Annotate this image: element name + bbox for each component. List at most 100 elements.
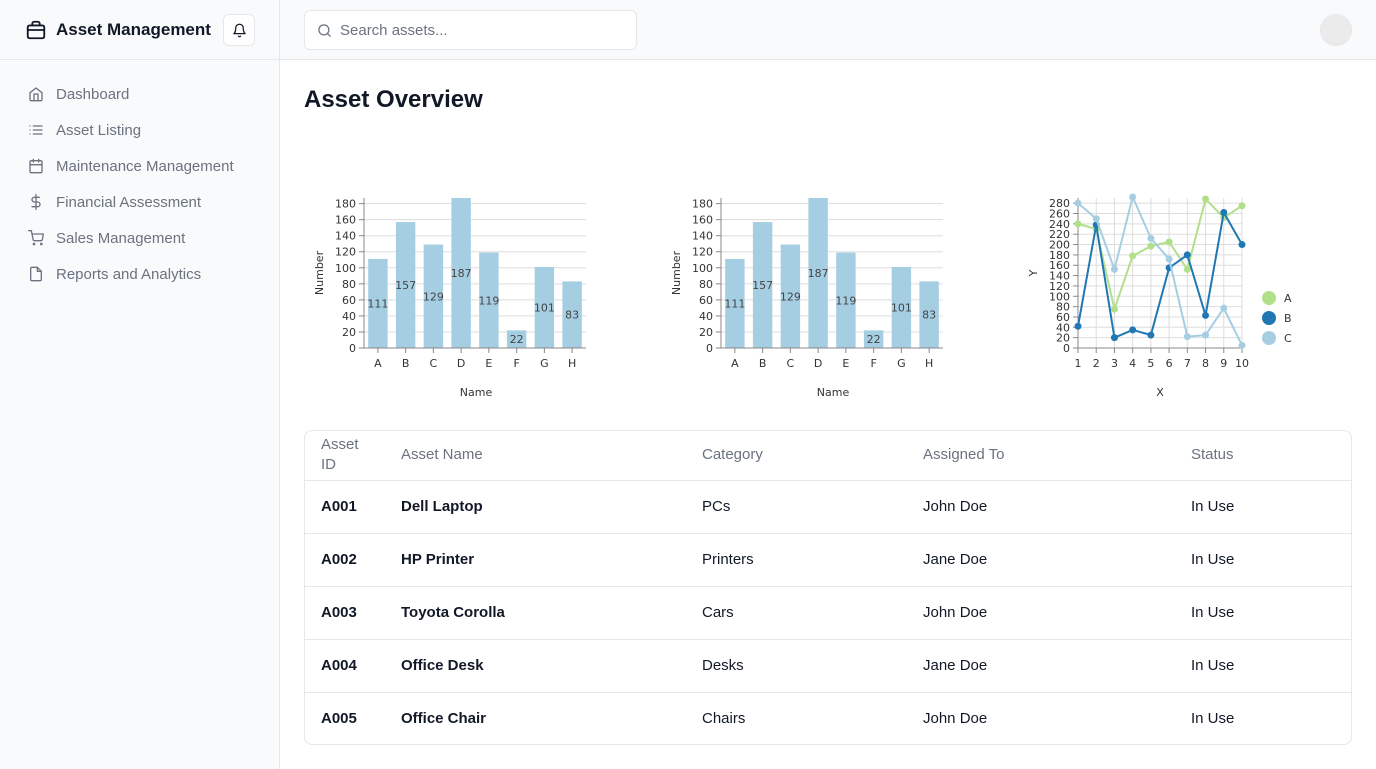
cell-category: Chairs xyxy=(702,710,746,728)
column-header-category[interactable]: Category xyxy=(686,431,907,481)
data-label: 111 xyxy=(724,297,745,310)
x-tick-label: 6 xyxy=(1166,357,1173,370)
table-row[interactable]: A002 HP Printer Printers Jane Doe In Use xyxy=(305,533,1351,587)
y-tick-label: 60 xyxy=(699,294,713,307)
data-label: 187 xyxy=(451,267,472,280)
sidebar-item-financial[interactable]: Financial Assessment xyxy=(0,184,279,220)
column-header-status[interactable]: Status xyxy=(1175,431,1351,481)
y-tick-label: 140 xyxy=(692,230,713,243)
search-input[interactable] xyxy=(340,21,620,39)
data-label: 119 xyxy=(835,294,856,307)
data-point xyxy=(1183,333,1191,341)
y-tick-label: 20 xyxy=(342,326,356,339)
data-point xyxy=(1092,215,1100,223)
legend-marker xyxy=(1262,331,1276,345)
sidebar-item-label: Sales Management xyxy=(56,229,186,247)
y-tick-label: 100 xyxy=(335,262,356,275)
cart-icon xyxy=(28,230,44,246)
data-point xyxy=(1074,322,1082,330)
data-label: 157 xyxy=(395,279,416,292)
cell-status: In Use xyxy=(1191,710,1235,728)
x-tick-label: B xyxy=(759,357,767,370)
x-tick-label: C xyxy=(430,357,438,370)
cell-asset-id: A003 xyxy=(305,586,385,640)
data-point xyxy=(1074,199,1082,207)
cell-status: In Use xyxy=(1175,480,1351,534)
package-icon xyxy=(24,18,48,42)
data-point xyxy=(1147,242,1155,250)
x-axis-title: X xyxy=(1156,386,1164,399)
x-tick-label: D xyxy=(457,357,465,370)
cell-asset-name: HP Printer xyxy=(385,533,686,587)
bell-icon xyxy=(232,23,247,38)
cell-assigned-to: John Doe xyxy=(907,586,1175,640)
data-point xyxy=(1238,341,1246,349)
legend-label: A xyxy=(1284,292,1292,305)
data-point xyxy=(1202,195,1210,203)
x-axis-title: Name xyxy=(460,386,493,399)
line-chart: 0204060801001201401601802002202402602801… xyxy=(1027,193,1292,399)
legend-label: B xyxy=(1284,312,1292,325)
app-root: Asset Management Dashboard Asset Listing xyxy=(0,0,1376,769)
cell-asset-name: Office Chair xyxy=(401,710,487,728)
legend-marker xyxy=(1262,291,1276,305)
y-axis-title: Number xyxy=(670,250,683,295)
data-point xyxy=(1110,265,1118,273)
cell-status: In Use xyxy=(1175,586,1351,640)
column-header-asset-id[interactable]: Asset ID xyxy=(305,431,385,481)
cell-assigned-to: John Doe xyxy=(907,480,1175,534)
data-point xyxy=(1238,202,1246,210)
table-row[interactable]: A001 Dell Laptop PCs John Doe In Use xyxy=(305,480,1351,534)
x-tick-label: E xyxy=(842,357,849,370)
sidebar-item-reports[interactable]: Reports and Analytics xyxy=(0,256,279,292)
cell-asset-id: A005 xyxy=(321,710,357,728)
cell-assigned-to: Jane Doe xyxy=(907,639,1175,693)
data-point xyxy=(1110,305,1118,313)
x-tick-label: 8 xyxy=(1202,357,1209,370)
data-label: 157 xyxy=(752,279,773,292)
x-tick-label: 10 xyxy=(1235,357,1249,370)
cell-asset-id: A001 xyxy=(305,480,385,534)
table-row[interactable]: A005 Office Chair Chairs John Doe In Use xyxy=(305,692,1351,744)
y-tick-label: 120 xyxy=(692,246,713,259)
data-point xyxy=(1165,255,1173,263)
table-row[interactable]: A004 Office Desk Desks Jane Doe In Use xyxy=(305,639,1351,693)
dollar-icon xyxy=(28,194,44,210)
y-tick-label: 160 xyxy=(692,214,713,227)
notifications-button[interactable] xyxy=(223,14,255,46)
sidebar-item-asset-listing[interactable]: Asset Listing xyxy=(0,112,279,148)
x-tick-label: G xyxy=(897,357,906,370)
assets-table: Asset ID Asset Name Category Assigned To… xyxy=(305,431,1351,744)
series-line xyxy=(1077,193,1243,346)
y-axis-title: Y xyxy=(1027,269,1040,277)
column-header-asset-name[interactable]: Asset Name xyxy=(385,431,686,481)
sidebar-item-dashboard[interactable]: Dashboard xyxy=(0,76,279,112)
y-tick-label: 180 xyxy=(335,198,356,211)
sidebar-item-label: Financial Assessment xyxy=(56,193,202,211)
x-tick-label: C xyxy=(787,357,795,370)
sidebar-item-label: Dashboard xyxy=(56,85,130,103)
y-tick-label: 80 xyxy=(699,278,713,291)
data-point xyxy=(1183,265,1191,273)
search-box[interactable] xyxy=(304,10,637,50)
column-header-assigned-to[interactable]: Assigned To xyxy=(907,431,1175,481)
x-tick-label: 3 xyxy=(1111,357,1118,370)
cell-asset-name: Dell Laptop xyxy=(385,480,686,534)
y-axis-title: Number xyxy=(313,250,326,295)
y-tick-label: 280 xyxy=(1049,197,1070,210)
x-tick-label: 5 xyxy=(1147,357,1154,370)
cell-category: PCs xyxy=(686,480,907,534)
table-row[interactable]: A003 Toyota Corolla Cars John Doe In Use xyxy=(305,586,1351,640)
x-tick-label: 2 xyxy=(1093,357,1100,370)
sidebar-item-label: Reports and Analytics xyxy=(56,265,202,283)
cell-category: Printers xyxy=(686,533,907,587)
user-avatar[interactable] xyxy=(1320,14,1352,46)
x-tick-label: 9 xyxy=(1220,357,1227,370)
calendar-icon xyxy=(28,158,44,174)
y-tick-label: 60 xyxy=(342,294,356,307)
x-tick-label: H xyxy=(925,357,933,370)
y-tick-label: 180 xyxy=(692,198,713,211)
sidebar-item-maintenance[interactable]: Maintenance Management xyxy=(0,148,279,184)
data-point xyxy=(1110,334,1118,342)
sidebar-item-sales[interactable]: Sales Management xyxy=(0,220,279,256)
